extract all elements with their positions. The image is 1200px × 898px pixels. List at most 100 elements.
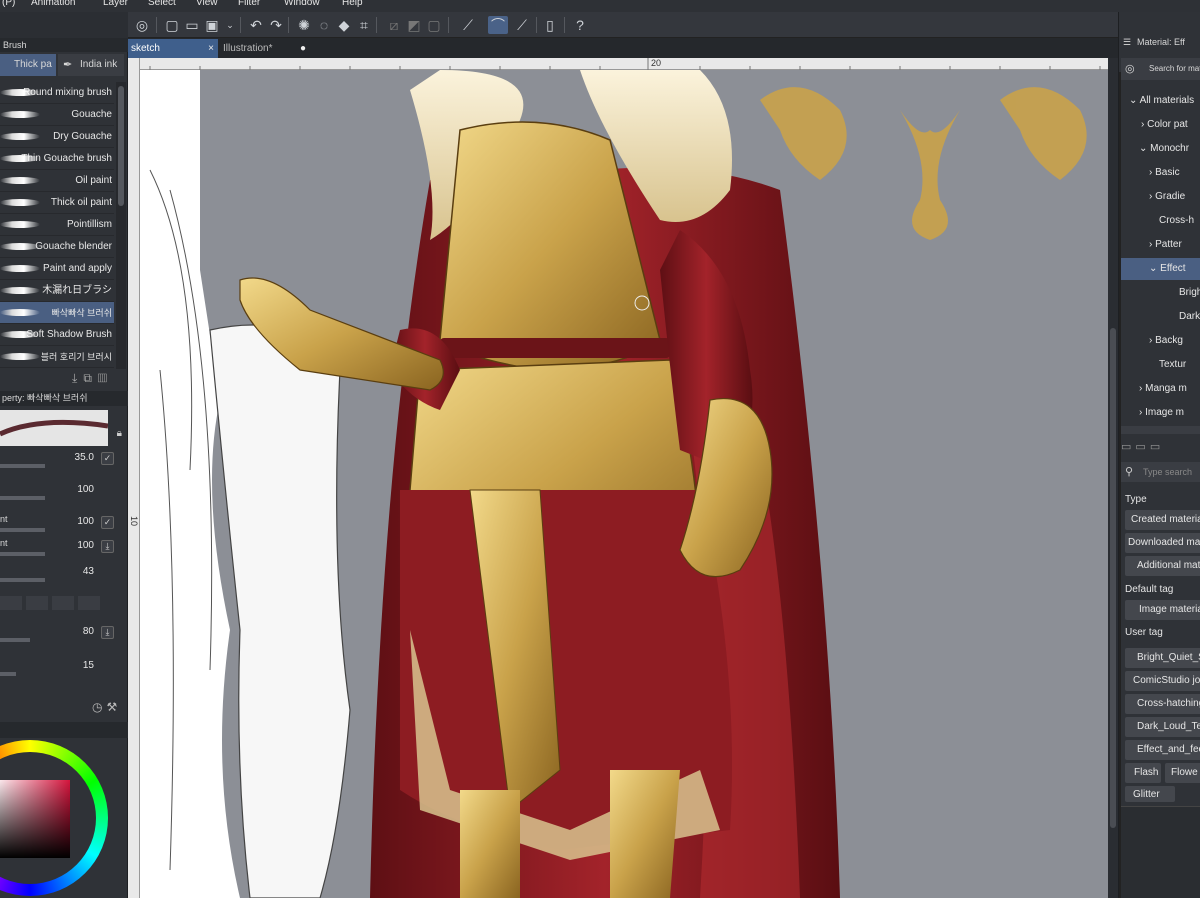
type-additional-button[interactable]: Additional mate [1125, 556, 1200, 576]
tree-item-effect[interactable]: ⌄ Effect [1119, 258, 1200, 280]
smartphone-icon[interactable]: ▯ [540, 16, 560, 34]
list-item[interactable]: Gouache [0, 104, 114, 126]
scrollbar-thumb[interactable] [118, 86, 124, 206]
copy-icon[interactable]: ⧉ [83, 371, 98, 385]
texture-option[interactable] [52, 596, 74, 610]
edit-folder-icon[interactable]: ▭ [1150, 441, 1164, 453]
tag-dark-loud[interactable]: Dark_Loud_Te [1125, 717, 1200, 737]
pressure-toggle[interactable]: ✓ [101, 516, 114, 529]
tab-sketch[interactable]: sketch × [128, 39, 218, 58]
type-downloaded-button[interactable]: Downloaded ma [1125, 533, 1200, 553]
open-folder-icon[interactable]: ▭ [182, 16, 202, 34]
list-item[interactable]: Pointillism [0, 214, 114, 236]
menu-item-help[interactable]: Help [342, 0, 363, 8]
tree-item-all-materials[interactable]: ⌄ All materials [1119, 90, 1200, 112]
fill-icon[interactable]: ◆ [334, 16, 354, 34]
scrollbar-thumb[interactable] [1110, 328, 1116, 828]
tag-glitter[interactable]: Glitter [1125, 786, 1175, 802]
tree-item-color-pattern[interactable]: › Color pat [1119, 114, 1200, 136]
tree-item-cross-hatching[interactable]: Cross-h [1119, 210, 1200, 232]
blend-slider[interactable]: 80 ⤓ [0, 624, 114, 646]
clip-studio-icon[interactable]: ◎ [132, 16, 152, 34]
color-wheel[interactable] [0, 740, 108, 896]
tag-bright-quiet[interactable]: Bright_Quiet_S [1125, 648, 1200, 668]
new-file-icon[interactable]: ▢ [162, 16, 182, 34]
deselect-icon[interactable]: ⧄ [384, 16, 404, 34]
canvas-scrollbar[interactable] [1108, 58, 1118, 898]
brush-size-slider[interactable]: 35.0 ✓ [0, 450, 114, 472]
tag-flash[interactable]: Flash [1125, 763, 1161, 783]
clear-icon[interactable]: ◌ [314, 16, 334, 34]
list-item[interactable]: 빠삭빠삭 브러쉬 [0, 302, 114, 324]
menu-item-filter[interactable]: Filter [238, 0, 260, 8]
chevron-down-icon[interactable]: ⌄ [220, 16, 240, 34]
spacing-slider[interactable]: 15 [0, 658, 114, 680]
slider-track[interactable] [0, 528, 45, 532]
menu-item-p[interactable]: (P) [2, 0, 15, 8]
tab-thick-paint[interactable]: Thick pa [0, 54, 56, 76]
transform-icon[interactable]: ⌗ [354, 16, 374, 34]
tree-item-texture[interactable]: Textur [1119, 354, 1200, 376]
special-ruler-snap-icon[interactable]: ⌒ [488, 16, 508, 34]
tag-search-input[interactable]: ⚲ Type search [1121, 462, 1200, 482]
menu-item-select[interactable]: Select [148, 0, 176, 8]
redo-icon[interactable]: ↷ [266, 16, 286, 34]
material-search-input[interactable]: ◎ Search for materi [1121, 58, 1200, 80]
list-item[interactable]: Thin Gouache brush [0, 148, 114, 170]
tree-item-bright[interactable]: Brigh [1119, 282, 1200, 304]
pressure-toggle[interactable]: ✓ [101, 452, 114, 465]
texture-options[interactable] [0, 596, 100, 612]
tab-india-ink[interactable]: ✒ India ink [58, 54, 124, 76]
save-icon[interactable]: ▣ [202, 16, 222, 34]
texture-option[interactable] [0, 596, 22, 610]
tree-item-pattern[interactable]: › Patter [1119, 234, 1200, 256]
tree-item-background[interactable]: › Backg [1119, 330, 1200, 352]
tree-item-gradient[interactable]: › Gradie [1119, 186, 1200, 208]
download-icon[interactable]: ⤓ [72, 371, 83, 385]
tag-flower[interactable]: Flowe [1165, 763, 1200, 783]
tree-item-dark[interactable]: Dark [1119, 306, 1200, 328]
list-item[interactable]: Gouache blender [0, 236, 114, 258]
menu-item-layer[interactable]: Layer [103, 0, 128, 8]
slider-track[interactable] [0, 552, 45, 556]
pressure-toggle[interactable]: ⤓ [101, 626, 114, 639]
list-item[interactable]: 블러 호리기 브러시 [0, 346, 114, 368]
slider-track[interactable] [0, 672, 16, 676]
color-stretch-slider[interactable]: 43 [0, 564, 114, 586]
paint-amount-slider[interactable]: nt 100 ✓ [0, 514, 114, 536]
trash-icon[interactable]: ▥ [98, 371, 113, 385]
tree-item-manga-material[interactable]: › Manga m [1119, 378, 1200, 400]
opacity-slider[interactable]: 100 [0, 482, 114, 504]
tree-horizontal-scrollbar[interactable] [1121, 426, 1200, 434]
color-tabs[interactable] [0, 722, 128, 738]
selection-border-icon[interactable]: ▢ [424, 16, 444, 34]
menu-item-animation[interactable]: Animation [31, 0, 75, 8]
duplicate-folder-icon[interactable]: ▭ [1135, 441, 1149, 453]
tree-item-monochrome[interactable]: ⌄ Monochr [1119, 138, 1200, 160]
list-item[interactable]: Dry Gouache [0, 126, 114, 148]
list-item[interactable]: Soft Shadow Brush [0, 324, 114, 346]
slider-track[interactable] [0, 496, 45, 500]
menu-item-window[interactable]: Window [284, 0, 320, 8]
wrench-icon[interactable]: ⚒ [106, 700, 121, 714]
slider-track[interactable] [0, 578, 45, 582]
texture-option[interactable] [26, 596, 48, 610]
close-icon[interactable]: × [208, 39, 214, 58]
undo-icon[interactable]: ↶ [246, 16, 266, 34]
tree-item-image-material[interactable]: › Image m [1119, 402, 1200, 424]
tag-cross-hatching[interactable]: Cross-hatching [1125, 694, 1200, 714]
reset-icon[interactable]: ◷ [92, 700, 106, 714]
pressure-toggle[interactable]: ⤓ [101, 540, 114, 553]
saturation-value-square[interactable] [0, 780, 70, 858]
drawing-canvas[interactable] [140, 70, 1108, 898]
list-item[interactable]: Round mixing brush [0, 82, 114, 104]
slider-track[interactable] [0, 464, 45, 468]
slider-track[interactable] [0, 638, 30, 642]
lock-icon[interactable]: 🔒︎ [117, 428, 122, 439]
list-item[interactable]: Paint and apply [0, 258, 114, 280]
list-item[interactable]: Thick oil paint [0, 192, 114, 214]
tree-item-basic[interactable]: › Basic [1119, 162, 1200, 184]
type-created-button[interactable]: Created materia [1125, 510, 1200, 530]
help-icon[interactable]: ? [570, 16, 590, 34]
tag-comicstudio[interactable]: ComicStudio jou [1125, 671, 1200, 691]
